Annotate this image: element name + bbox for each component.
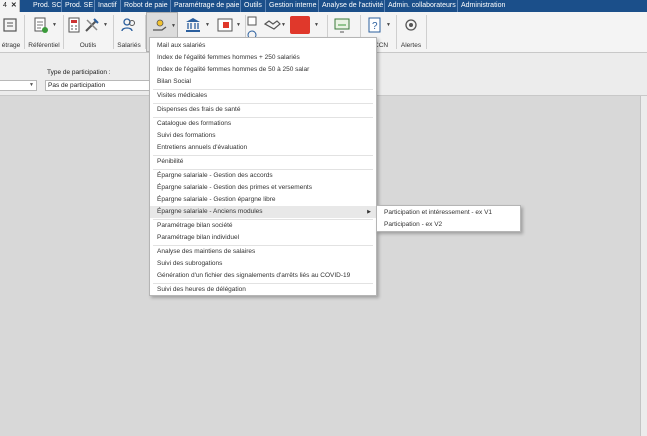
ribbon-separator	[426, 15, 427, 49]
submenu-item[interactable]: Participation et intéressement - ex V1	[377, 207, 520, 219]
tab-prod-se[interactable]: Prod. SE	[62, 0, 95, 12]
participation-type-select[interactable]: Pas de participation	[45, 80, 151, 91]
menu-item[interactable]: Analyse des maintiens de salaires	[150, 246, 376, 258]
menu-item[interactable]: Bilan Social	[150, 76, 376, 88]
menu-item[interactable]: Pénibilité	[150, 156, 376, 168]
menu-item[interactable]: Dispenses des frais de santé	[150, 104, 376, 116]
chevron-down-icon[interactable]: ▼	[205, 22, 210, 28]
tab-inactif[interactable]: Inactif	[95, 0, 121, 12]
tab-label: Inactif	[98, 2, 117, 9]
chevron-down-icon[interactable]: ▼	[281, 22, 286, 28]
anciens-modules-submenu: Participation et intéressement - ex V1 P…	[376, 205, 521, 232]
tab-current-label: 4	[3, 2, 7, 9]
chevron-down-icon: ▼	[29, 82, 34, 88]
ribbon-group-alertes[interactable]: Alertes	[397, 12, 425, 52]
ribbon-group-salaries[interactable]: Salariés	[114, 12, 144, 52]
tab-label: Outils	[244, 2, 262, 9]
close-tab-icon[interactable]: ✕	[11, 2, 17, 9]
payslip-icon	[217, 18, 233, 32]
tab-label: Prod. SC	[33, 2, 62, 9]
tab-analyse-activite[interactable]: Analyse de l'activité	[319, 0, 385, 12]
menu-item[interactable]: Visites médicales	[150, 90, 376, 102]
tab-label: Administration	[461, 2, 506, 9]
help-book-icon: ?	[368, 17, 381, 33]
tab-admin-collaborateurs[interactable]: Admin. collaborateurs	[385, 0, 458, 12]
chevron-down-icon[interactable]: ▼	[171, 23, 176, 29]
tools-icon	[85, 18, 99, 32]
tab-outils[interactable]: Outils	[241, 0, 266, 12]
participation-type-value: Pas de participation	[48, 82, 106, 89]
tab-gestion-interne[interactable]: Gestion interne	[266, 0, 319, 12]
tab-robot-de-paie[interactable]: Robot de paie	[121, 0, 171, 12]
tab-current[interactable]: 4 ✕	[0, 0, 20, 12]
handshake-icon	[263, 20, 281, 30]
left-filter-select[interactable]: ▼	[0, 80, 37, 91]
tab-label: Paramétrage de paie	[174, 2, 240, 9]
ribbon-group-outils[interactable]: ▼ Outils	[64, 12, 112, 52]
menu-item[interactable]: Suivi des subrogations	[150, 258, 376, 270]
ribbon-group-label: étrage	[1, 42, 21, 49]
vertical-scrollbar[interactable]	[640, 96, 647, 436]
file-icon	[247, 16, 257, 26]
monitor-icon	[334, 18, 350, 33]
chevron-down-icon[interactable]: ▼	[386, 22, 391, 28]
chevron-down-icon[interactable]: ▼	[314, 22, 319, 28]
ribbon-group-parametrage[interactable]: étrage	[0, 12, 22, 52]
menu-item[interactable]: Suivi des formations	[150, 130, 376, 142]
ribbon-group-label: Outils	[79, 42, 97, 49]
tab-administration[interactable]: Administration	[458, 0, 512, 12]
ribbon-group-label: Référentiel	[28, 42, 60, 49]
chevron-down-icon[interactable]: ▼	[103, 22, 108, 28]
menu-item-anciens-modules[interactable]: Épargne salariale - Anciens modules ▶	[150, 206, 376, 218]
chevron-right-icon: ▶	[367, 209, 371, 215]
menu-item[interactable]: Suivi des heures de délégation	[150, 284, 376, 296]
alert-gear-icon	[405, 19, 417, 31]
menu-item[interactable]: Mail aux salariés	[150, 40, 376, 52]
pdf-icon	[290, 16, 310, 34]
chevron-down-icon[interactable]: ▼	[236, 22, 241, 28]
menu-item[interactable]: Paramétrage bilan société	[150, 220, 376, 232]
menu-item[interactable]: Entretiens annuels d'évaluation	[150, 142, 376, 154]
users-icon	[121, 18, 135, 32]
participation-type-label: Type de participation :	[47, 69, 111, 76]
menu-item-label: Épargne salariale - Anciens modules	[157, 208, 263, 215]
svg-text:?: ?	[372, 21, 378, 32]
menu-item[interactable]: Index de l'égalité femmes hommes + 250 s…	[150, 52, 376, 64]
document-add-icon	[34, 17, 48, 33]
tab-label: Robot de paie	[124, 2, 168, 9]
ribbon-group-label: Salariés	[117, 42, 141, 49]
chevron-down-icon[interactable]: ▼	[52, 22, 57, 28]
tab-label: Prod. SE	[65, 2, 94, 9]
ribbon-separator	[24, 15, 25, 49]
menu-item[interactable]: Génération d'un fichier des signalements…	[150, 270, 376, 282]
menu-item[interactable]: Épargne salariale - Gestion des accords	[150, 170, 376, 182]
menu-item[interactable]: Épargne salariale - Gestion épargne libr…	[150, 194, 376, 206]
menu-item[interactable]: Catalogue des formations	[150, 118, 376, 130]
bank-icon	[186, 18, 200, 32]
tab-label: Analyse de l'activité	[322, 2, 384, 9]
rh-tools-menu: Mail aux salariés Index de l'égalité fem…	[149, 37, 377, 296]
tab-prod-sc[interactable]: Prod. SC	[30, 0, 62, 12]
settings-icon	[3, 18, 17, 32]
tab-parametrage-de-paie[interactable]: Paramétrage de paie	[171, 0, 241, 12]
menu-item[interactable]: Index de l'égalité femmes hommes de 50 à…	[150, 64, 376, 76]
menu-item[interactable]: Paramétrage bilan individuel	[150, 232, 376, 244]
tab-label: Admin. collaborateurs	[388, 2, 456, 9]
ribbon-group-label: Alertes	[400, 42, 422, 49]
menu-item[interactable]: Épargne salariale - Gestion des primes e…	[150, 182, 376, 194]
submenu-item[interactable]: Participation - ex V2	[377, 219, 520, 231]
tab-label: Gestion interne	[269, 2, 317, 9]
calculator-icon	[68, 17, 80, 33]
ribbon-group-referentiel[interactable]: ▼ Référentiel	[26, 12, 62, 52]
hand-coins-icon	[153, 19, 167, 31]
top-tab-bar: 4 ✕ Prod. SC Prod. SE Inactif Robot de pa…	[0, 0, 647, 12]
